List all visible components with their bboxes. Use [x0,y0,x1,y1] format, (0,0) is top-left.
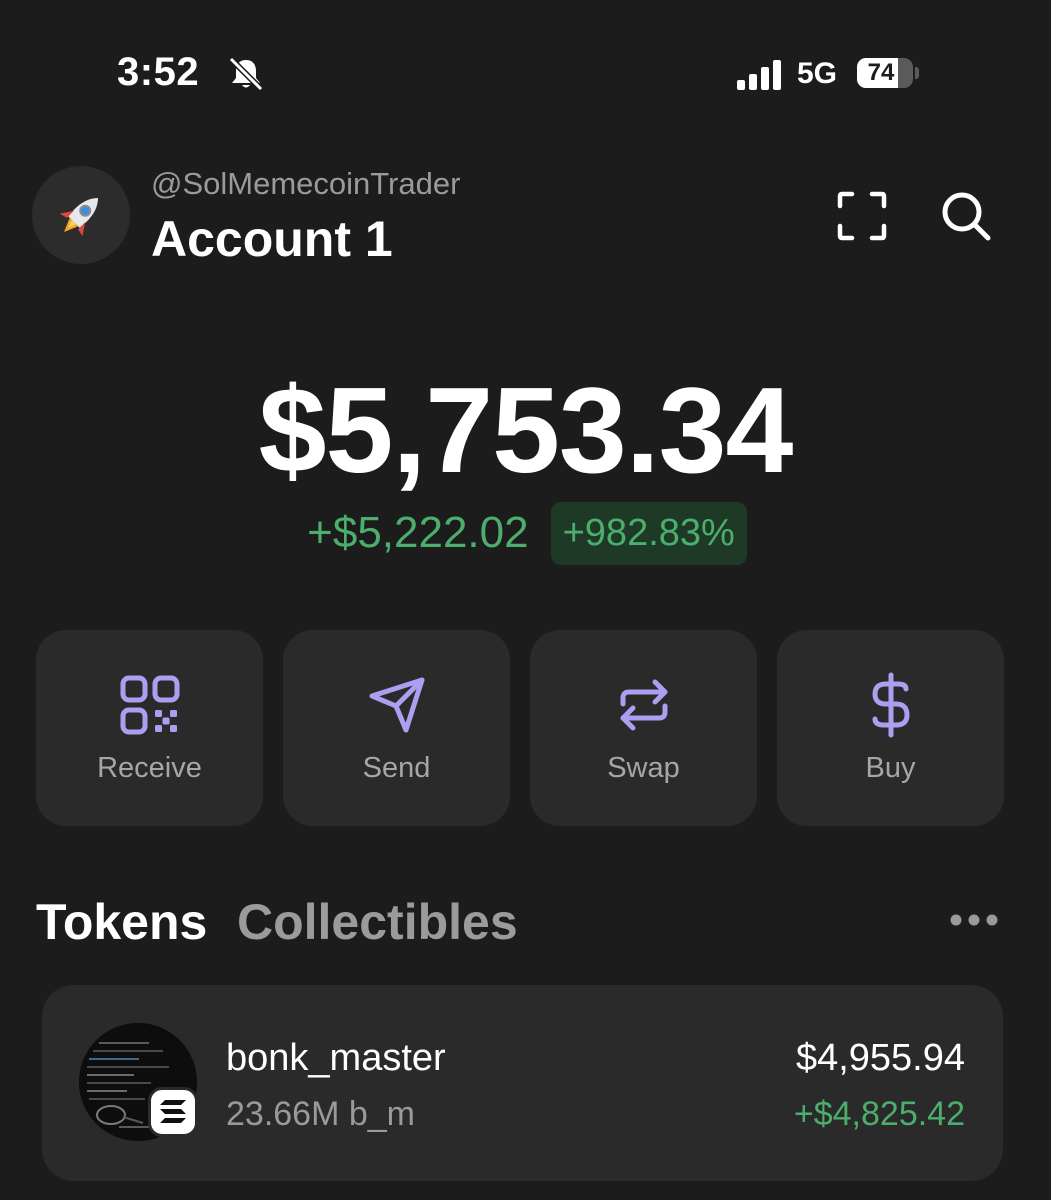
solana-chain-badge [148,1087,198,1137]
wallet-screen: 3:52 5G 74 @SolMemecoinTrader Account 1 … [0,0,1051,1200]
send-label: Send [362,752,431,784]
account-name[interactable]: Account 1 [151,210,393,268]
battery-level: 74 [867,59,895,86]
token-change: +$4,825.42 [793,1095,965,1133]
buy-button[interactable]: Buy [777,630,1004,826]
more-options-button[interactable] [946,900,1002,940]
token-name: bonk_master [226,1037,446,1079]
dollar-icon [872,672,909,738]
rocket-icon [59,198,98,237]
balance-change-percent-badge: +982.83% [550,501,747,565]
scan-button[interactable] [830,184,894,248]
scan-icon [837,191,887,241]
send-button[interactable]: Send [283,630,510,826]
status-bar: 3:52 5G 74 [0,44,1051,104]
network-label: 5G [797,57,838,90]
total-balance: $5,753.34 [258,362,794,498]
action-buttons: Receive Send Swap Buy [36,630,1004,826]
balance-change-row: +$5,222.02 +982.83% [0,501,1051,565]
swap-button[interactable]: Swap [530,630,757,826]
tab-tokens[interactable]: Tokens [36,893,207,951]
receive-label: Receive [97,752,202,784]
account-handle[interactable]: @SolMemecoinTrader [151,166,460,202]
token-value: $4,955.94 [795,1037,965,1079]
battery-indicator: 74 [857,58,919,88]
qr-code-icon [120,675,179,735]
search-icon [942,192,991,241]
receive-button[interactable]: Receive [36,630,263,826]
signal-icon [737,60,781,90]
bell-slash-icon [228,56,264,92]
search-button[interactable] [934,184,998,248]
token-amount: 23.66M b_m [226,1095,415,1133]
swap-icon [620,679,667,731]
swap-label: Swap [607,752,680,784]
tab-collectibles[interactable]: Collectibles [237,893,518,951]
token-row[interactable]: bonk_master 23.66M b_m $4,955.94 +$4,825… [42,985,1003,1181]
send-icon [369,677,424,733]
buy-label: Buy [865,752,916,784]
solana-icon [160,1100,186,1123]
account-avatar[interactable] [32,166,130,264]
status-time: 3:52 [117,50,200,94]
balance-change-amount: +$5,222.02 [307,508,529,557]
more-horizontal-icon [950,914,998,926]
